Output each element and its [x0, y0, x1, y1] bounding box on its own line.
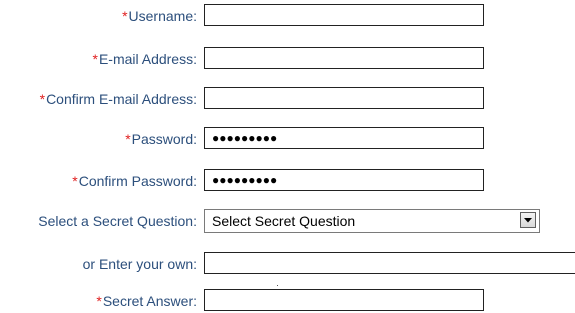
password-masked-value: ●●●●●●●●● — [212, 131, 278, 145]
required-marker: * — [92, 51, 98, 67]
confirm-email-input[interactable] — [204, 87, 484, 109]
required-marker: * — [39, 91, 46, 107]
email-row: *E-mail Address: — [0, 47, 575, 71]
email-input[interactable] — [204, 47, 484, 69]
required-marker: * — [72, 173, 78, 189]
own-question-input[interactable] — [204, 252, 575, 274]
secret-question-selected: Select Secret Question — [212, 213, 356, 229]
dropdown-button[interactable] — [520, 212, 536, 228]
own-question-label: or Enter your own: — [82, 256, 197, 272]
email-label: *E-mail Address: — [92, 51, 198, 67]
confirm-password-row: *Confirm Password: ●●●●●●●●● — [0, 169, 575, 193]
confirm-email-label: *Confirm E-mail Address: — [39, 91, 197, 107]
confirm-email-row: *Confirm E-mail Address: — [0, 87, 575, 111]
secret-question-row: Select a Secret Question: Select Secret … — [0, 209, 575, 233]
required-marker: * — [122, 8, 128, 24]
required-marker: * — [96, 293, 102, 309]
required-marker: * — [125, 131, 131, 147]
secret-question-label: Select a Secret Question: — [38, 213, 197, 229]
own-question-row: or Enter your own: — [0, 252, 575, 276]
secret-answer-row: *Secret Answer: — [0, 285, 575, 313]
username-row: *Username: — [0, 4, 575, 28]
chevron-down-icon — [524, 218, 532, 223]
secret-question-select[interactable]: Select Secret Question — [204, 209, 540, 233]
confirm-password-label: *Confirm Password: — [72, 173, 197, 189]
confirm-password-masked-value: ●●●●●●●●● — [212, 173, 278, 187]
secret-answer-input[interactable] — [204, 285, 484, 311]
secret-answer-label: *Secret Answer: — [96, 293, 197, 309]
confirm-password-input[interactable]: ●●●●●●●●● — [204, 169, 484, 191]
username-label: *Username: — [122, 8, 197, 24]
username-input[interactable] — [204, 4, 484, 26]
cursor-speck — [277, 285, 278, 286]
password-row: *Password: ●●●●●●●●● — [0, 127, 575, 151]
password-input[interactable]: ●●●●●●●●● — [204, 127, 484, 149]
password-label: *Password: — [125, 131, 197, 147]
